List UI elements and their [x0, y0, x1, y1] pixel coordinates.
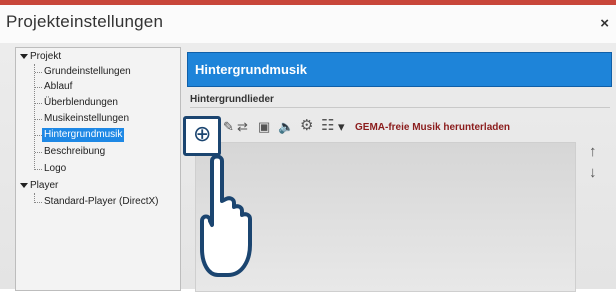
tree-line	[35, 72, 42, 73]
tree-node-player[interactable]: Player	[30, 179, 58, 193]
settings-tree: Projekt Grundeinstellungen Ablauf Überbl…	[15, 47, 181, 291]
add-song-button[interactable]: ⊕	[183, 116, 221, 156]
tree-line	[35, 103, 42, 104]
tree-line	[35, 87, 42, 88]
gema-download-link[interactable]: GEMA-freie Musik herunterladen	[355, 122, 510, 133]
move-down-icon[interactable]: ↓	[589, 164, 597, 181]
image-icon[interactable]: ▣	[258, 120, 270, 134]
tree-item-standard-player[interactable]: Standard-Player (DirectX)	[44, 195, 158, 209]
tree-item-logo[interactable]: Logo	[44, 162, 66, 176]
tree-item-ablauf[interactable]: Ablauf	[44, 80, 72, 94]
add-icon: ⊕	[193, 121, 212, 146]
dialog-body: Projekt Grundeinstellungen Ablauf Überbl…	[0, 43, 616, 292]
music-toolbar: ✎ ⇄ ▣ 🔈 ⚙ ☷ ▾ GEMA-freie Musik herunterl…	[187, 110, 612, 144]
expand-icon[interactable]	[20, 54, 28, 59]
tree-line	[34, 64, 35, 170]
move-up-icon[interactable]: ↑	[589, 143, 597, 160]
swap-icon[interactable]: ⇄	[237, 120, 248, 134]
tree-item-hintergrundmusik[interactable]: Hintergrundmusik	[42, 128, 125, 142]
tree-line	[35, 119, 42, 120]
speaker-icon[interactable]: 🔈	[278, 120, 294, 134]
list-icon[interactable]: ☷	[321, 118, 334, 133]
edit-icon[interactable]: ✎	[223, 120, 234, 134]
tree-item-musikeinstellungen[interactable]: Musikeinstellungen	[44, 112, 129, 126]
expand-icon[interactable]	[20, 183, 28, 188]
tree-item-ueberblendungen[interactable]: Überblendungen	[44, 96, 118, 110]
hand-cursor-icon	[200, 154, 252, 277]
tree-line	[35, 202, 42, 203]
divider	[190, 107, 610, 108]
chevron-down-icon[interactable]: ▾	[338, 120, 345, 134]
close-icon[interactable]: ×	[600, 15, 609, 32]
title-bar: Projekteinstellungen ×	[0, 5, 616, 43]
tree-line	[35, 135, 42, 136]
section-header: Hintergrundmusik	[187, 52, 612, 87]
tree-line	[35, 152, 42, 153]
tree-line	[35, 169, 42, 170]
group-label: Hintergrundlieder	[190, 94, 274, 105]
tree-item-beschreibung[interactable]: Beschreibung	[44, 145, 105, 159]
window-title: Projekteinstellungen	[6, 12, 164, 31]
page-title: Hintergrundmusik	[195, 62, 307, 77]
settings-icon[interactable]: ⚙	[300, 118, 313, 133]
tree-item-grundeinstellungen[interactable]: Grundeinstellungen	[44, 65, 131, 79]
tree-node-projekt[interactable]: Projekt	[30, 50, 61, 64]
